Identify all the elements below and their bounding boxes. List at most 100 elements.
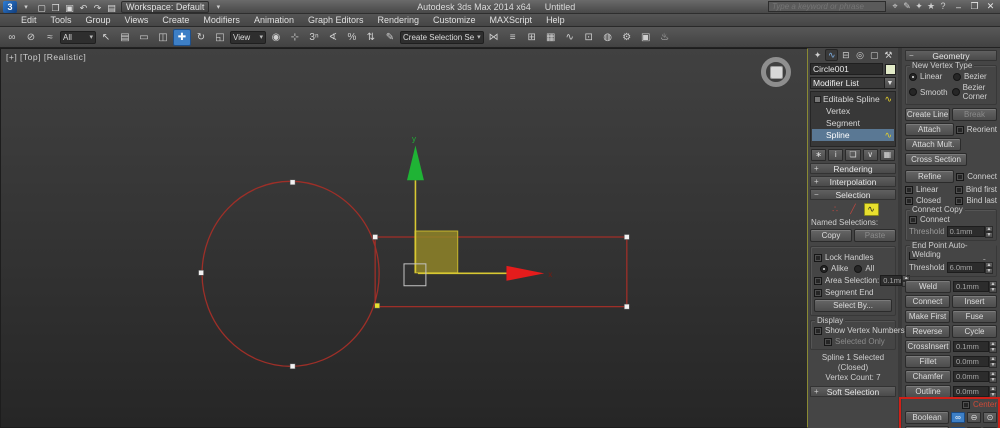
- percent-snap-icon[interactable]: %: [343, 29, 361, 46]
- rendered-frame-icon[interactable]: ▣: [637, 29, 655, 46]
- menu-item[interactable]: Rendering: [371, 14, 427, 27]
- segment-subobject-icon[interactable]: ╱: [846, 203, 861, 216]
- object-name-field[interactable]: Circle001: [810, 63, 883, 75]
- new-file-icon[interactable]: ▢: [35, 1, 48, 13]
- render-setup-icon[interactable]: ⚙: [618, 29, 636, 46]
- object-color-swatch[interactable]: [885, 63, 896, 75]
- outline-button[interactable]: Outline: [905, 385, 951, 398]
- menu-item[interactable]: Graph Editors: [301, 14, 371, 27]
- window-crossing-icon[interactable]: ◫: [154, 29, 172, 46]
- community-icon[interactable]: ✦: [913, 1, 925, 12]
- bezier-vertex-radio[interactable]: Bezier: [953, 72, 993, 81]
- reorient-checkbox[interactable]: Reorient: [955, 125, 997, 134]
- browse-icon[interactable]: ✎: [901, 1, 913, 12]
- menu-item[interactable]: Help: [539, 14, 572, 27]
- tab-modify[interactable]: ∿: [825, 49, 839, 61]
- select-by-name-icon[interactable]: ▤: [116, 29, 134, 46]
- linear-checkbox[interactable]: Linear: [905, 185, 953, 194]
- app-menu-chevron-icon[interactable]: ▾: [20, 3, 32, 11]
- bind-last-checkbox[interactable]: Bind last: [955, 196, 997, 205]
- stack-editable-spline[interactable]: Editable Spline ∿: [812, 93, 894, 105]
- named-selection-sets-icon[interactable]: ✎: [381, 29, 399, 46]
- menu-item[interactable]: Modifiers: [196, 14, 247, 27]
- fillet-spinner[interactable]: 0.0mm ▲ ▼: [953, 356, 997, 368]
- viewport-top[interactable]: [+] [Top] [Realistic] y x: [0, 48, 808, 428]
- schematic-view-icon[interactable]: ⊡: [580, 29, 598, 46]
- select-and-rotate-icon[interactable]: ↻: [192, 29, 210, 46]
- menu-item[interactable]: MAXScript: [483, 14, 540, 27]
- reverse-button[interactable]: Reverse: [905, 325, 950, 338]
- fillet-button[interactable]: Fillet: [905, 355, 951, 368]
- use-pivot-point-icon[interactable]: ◉: [267, 29, 285, 46]
- configure-modifier-sets-icon[interactable]: ▦: [879, 149, 896, 161]
- spinner-snap-icon[interactable]: ⇅: [362, 29, 380, 46]
- boolean-intersection-icon[interactable]: ⊙: [983, 412, 997, 423]
- stack-spline[interactable]: Spline ∿: [812, 129, 894, 141]
- attach-mult-button[interactable]: Attach Mult.: [905, 138, 962, 151]
- linear-vertex-radio[interactable]: Linear: [909, 72, 949, 81]
- select-and-move-icon[interactable]: ✚: [173, 28, 191, 46]
- menu-item[interactable]: Edit: [14, 14, 44, 27]
- spline-vertices[interactable]: [198, 179, 630, 370]
- project-folder-icon[interactable]: ▤: [105, 1, 118, 13]
- weld-button[interactable]: Weld: [905, 280, 951, 293]
- bind-to-space-warp-icon[interactable]: ≈: [41, 29, 59, 46]
- selected-only-checkbox[interactable]: Selected Only: [824, 337, 892, 346]
- selection-set-dropdown[interactable]: Create Selection Se: [400, 30, 484, 44]
- material-editor-icon[interactable]: ◍: [599, 29, 617, 46]
- create-line-button[interactable]: Create Line: [905, 108, 950, 121]
- modifier-list-dropdown[interactable]: Modifier List ▼: [810, 77, 896, 89]
- copy-selection-button[interactable]: Copy: [810, 229, 852, 242]
- bind-first-checkbox[interactable]: Bind first: [954, 185, 997, 194]
- minimize-button[interactable]: –: [952, 2, 965, 12]
- menu-item[interactable]: Animation: [247, 14, 301, 27]
- search-icon[interactable]: ⌖: [889, 1, 901, 12]
- boolean-button[interactable]: Boolean: [905, 411, 949, 424]
- rectangular-selection-icon[interactable]: ▭: [135, 29, 153, 46]
- paste-selection-button[interactable]: Paste: [854, 229, 896, 242]
- help-icon[interactable]: ?: [937, 1, 949, 12]
- overlap-shape[interactable]: [414, 230, 459, 274]
- rollout-soft-selection[interactable]: + Soft Selection: [810, 386, 896, 397]
- insert-button[interactable]: Insert: [952, 295, 997, 308]
- selection-filter-dropdown[interactable]: All: [60, 30, 96, 44]
- undo-icon[interactable]: ↶: [77, 1, 90, 13]
- connect-copy-checkbox[interactable]: Connect: [909, 215, 993, 224]
- rollout-geometry[interactable]: − Geometry: [905, 50, 997, 61]
- select-and-manipulate-icon[interactable]: ⊹: [286, 29, 304, 46]
- menu-item[interactable]: Tools: [44, 14, 79, 27]
- rollout-rendering[interactable]: + Rendering: [810, 163, 896, 174]
- menu-item[interactable]: Group: [79, 14, 118, 27]
- attach-button[interactable]: Attach: [905, 123, 954, 136]
- cycle-button[interactable]: Cycle: [952, 325, 997, 338]
- rectangle-spline[interactable]: [374, 236, 628, 308]
- pin-stack-icon[interactable]: ∗: [811, 149, 827, 161]
- connect-copy-threshold-spinner[interactable]: 0.1mm ▲ ▼: [946, 226, 993, 238]
- break-button[interactable]: Break: [952, 108, 997, 121]
- snaps-toggle-icon[interactable]: 3ⁿ: [305, 29, 323, 46]
- remove-modifier-icon[interactable]: ∨: [862, 149, 878, 161]
- connect-button[interactable]: Connect: [905, 295, 950, 308]
- refine-button[interactable]: Refine: [905, 170, 955, 183]
- circle-spline[interactable]: [201, 180, 380, 367]
- tab-hierarchy[interactable]: ⊟: [839, 49, 852, 61]
- visibility-icon[interactable]: [814, 95, 821, 103]
- workspace-dropdown[interactable]: Workspace: Default: [121, 0, 210, 13]
- rollout-interpolation[interactable]: + Interpolation: [810, 176, 896, 187]
- select-object-icon[interactable]: ↖: [97, 29, 115, 46]
- all-radio[interactable]: All: [854, 264, 874, 273]
- first-vertex-marker[interactable]: [374, 302, 380, 309]
- vertex-subobject-icon[interactable]: ∴: [828, 203, 843, 216]
- close-button[interactable]: ✕: [984, 1, 997, 12]
- unlink-selection-icon[interactable]: ⊘: [22, 29, 40, 46]
- cross-insert-spinner[interactable]: 0.1mm ▲ ▼: [953, 341, 997, 353]
- reference-coordinate-dropdown[interactable]: View: [230, 30, 266, 44]
- connect-checkbox[interactable]: Connect: [956, 172, 997, 181]
- stack-segment[interactable]: Segment∿: [812, 117, 894, 129]
- chamfer-button[interactable]: Chamfer: [905, 370, 951, 383]
- help-search-input[interactable]: [768, 1, 886, 12]
- alike-radio[interactable]: Alike: [820, 264, 848, 273]
- outline-spinner[interactable]: 0.0mm ▲ ▼: [953, 386, 997, 398]
- select-and-scale-icon[interactable]: ◱: [211, 29, 229, 46]
- angle-snap-icon[interactable]: ∢: [324, 29, 342, 46]
